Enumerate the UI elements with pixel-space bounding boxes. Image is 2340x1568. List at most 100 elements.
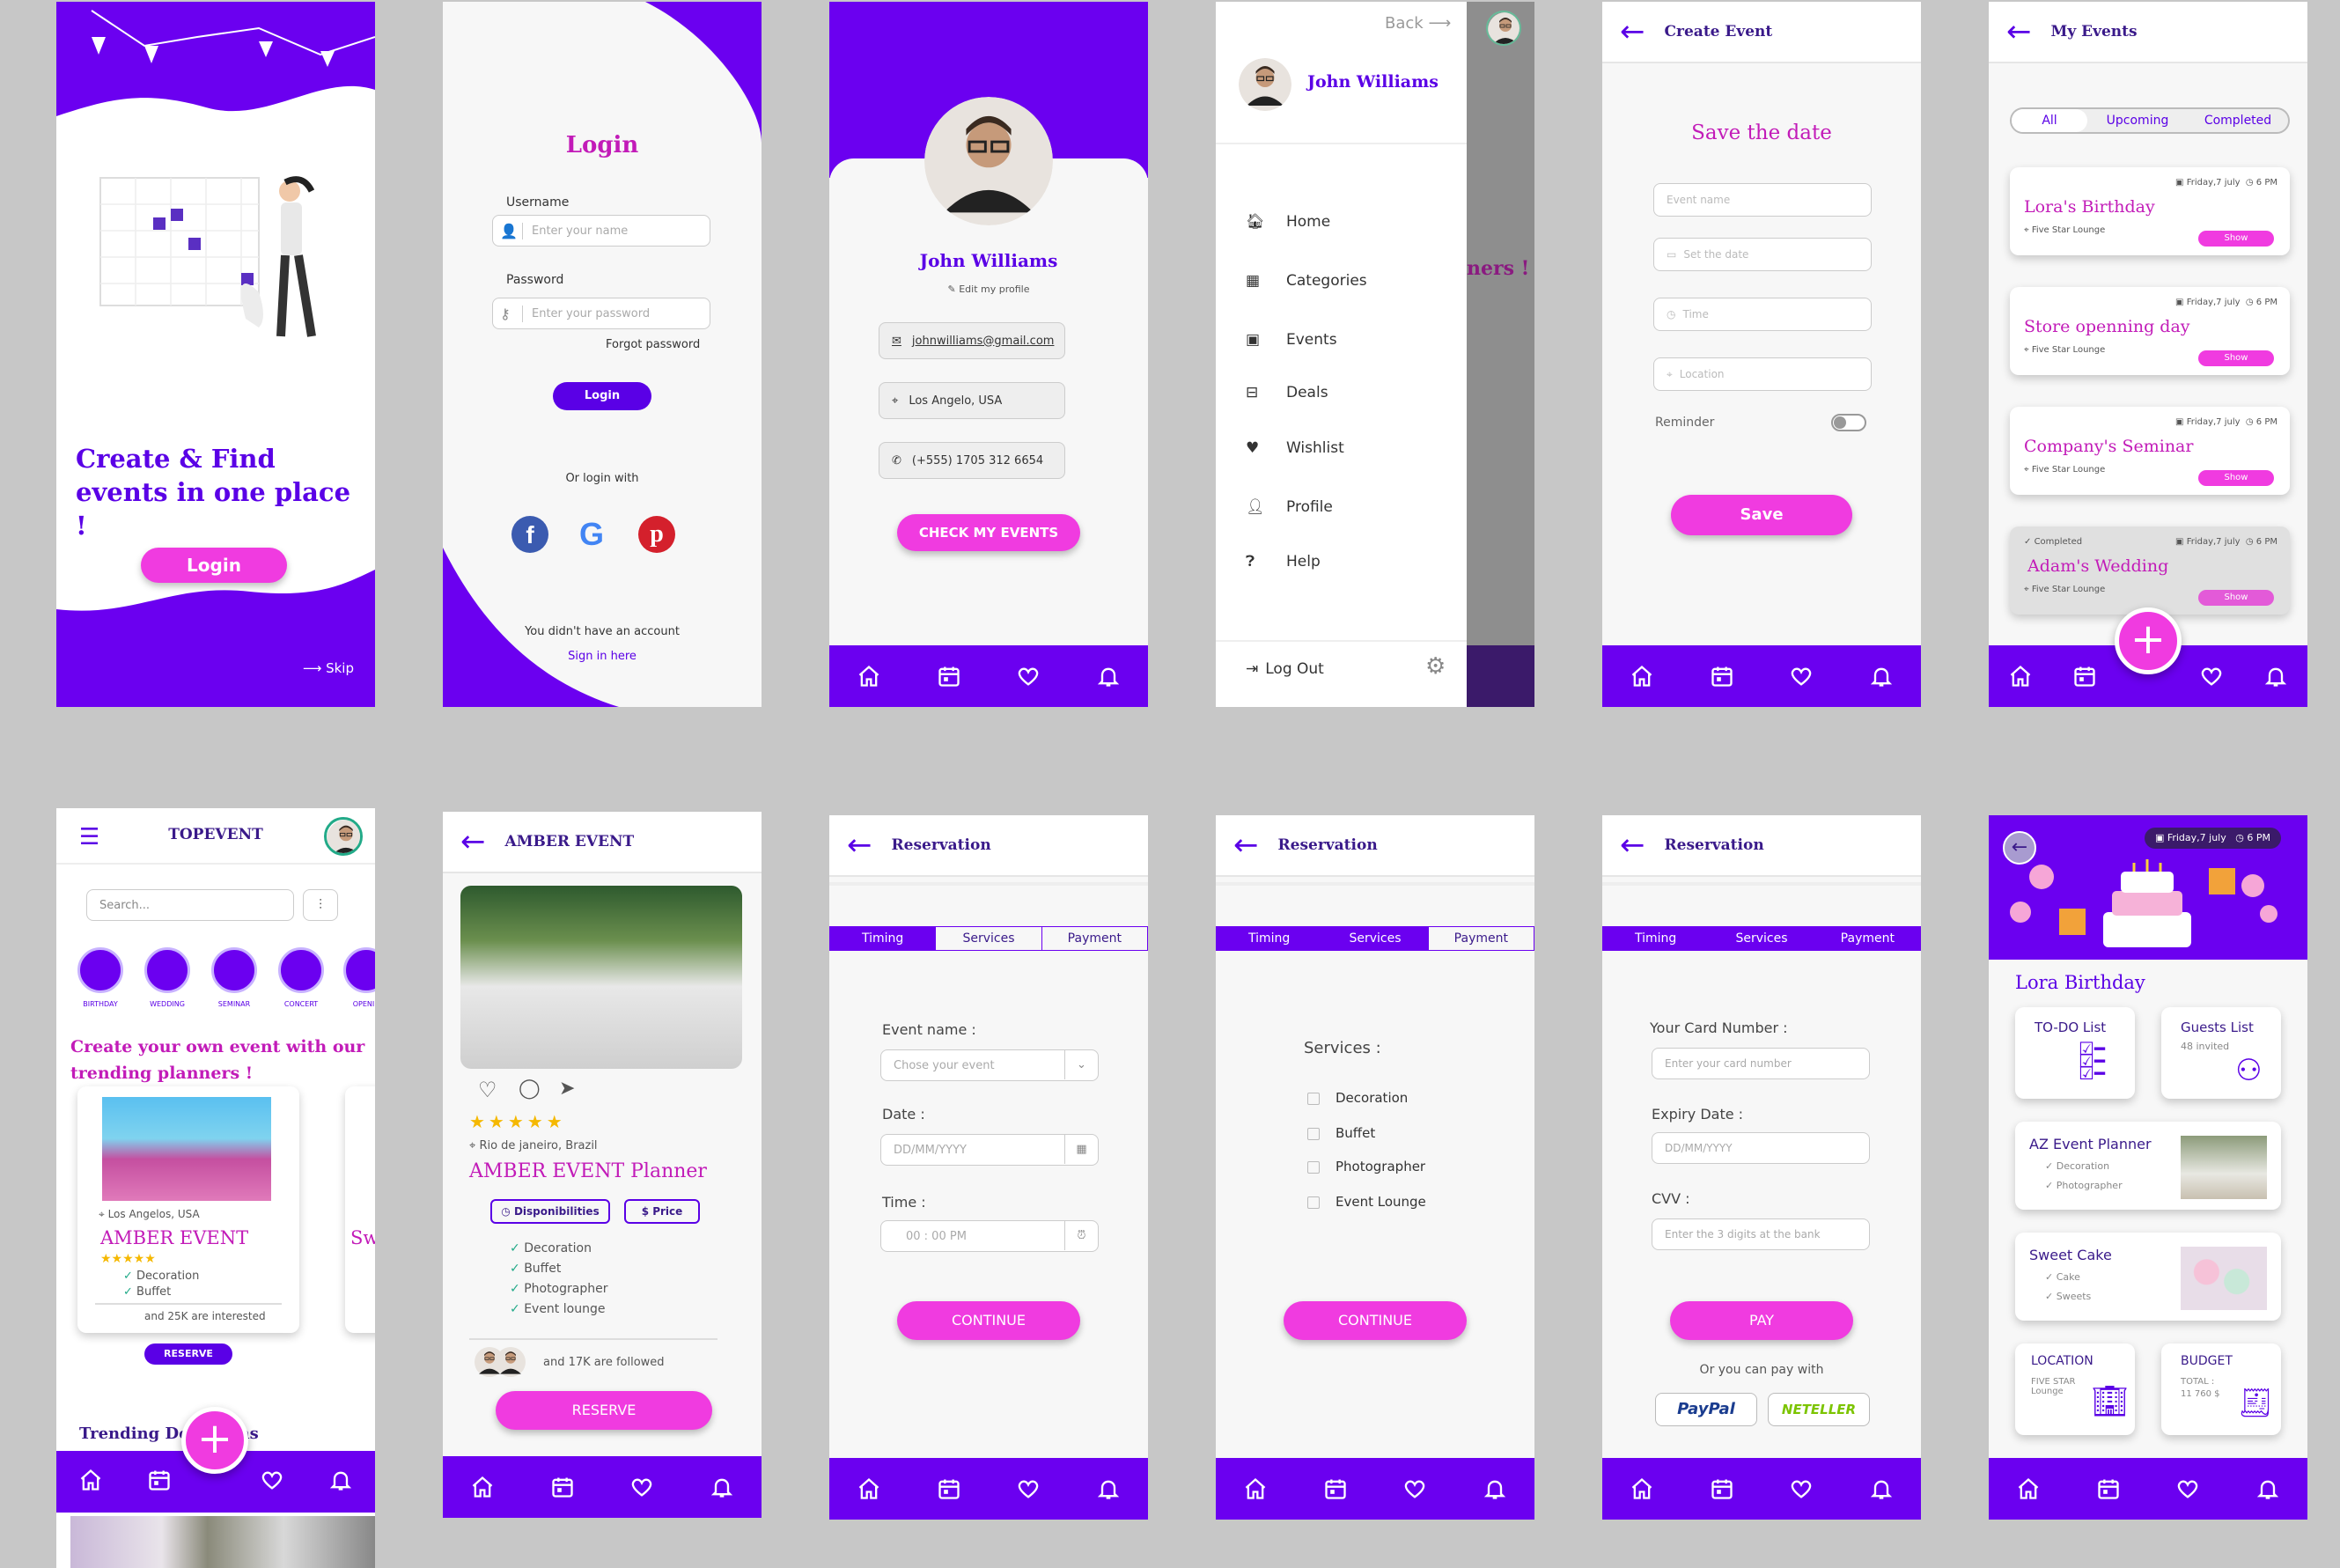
disponibilities-button[interactable]: ◷ Disponibilities [490, 1199, 610, 1224]
tab-all[interactable]: All [2012, 109, 2087, 132]
tab-timing[interactable]: Timing [830, 927, 937, 950]
facebook-icon[interactable]: f [511, 516, 548, 553]
reserve-button[interactable]: RESERVE [496, 1391, 712, 1430]
add-event-button[interactable]: + [2115, 607, 2182, 674]
check-events-button[interactable]: CHECK MY EVENTS [897, 514, 1080, 551]
gear-icon[interactable]: ⚙ [1425, 653, 1446, 680]
back-circle-button[interactable]: ← [2003, 831, 2036, 865]
budget-card[interactable]: BUDGET TOTAL : 11 760 $ 🧾︎ [2161, 1343, 2281, 1435]
logout-button[interactable]: ⇥ Log Out [1246, 660, 1324, 678]
back-arrow-icon[interactable]: ← [847, 830, 872, 860]
date-field[interactable]: ▭ Set the date [1653, 238, 1872, 271]
heart-icon[interactable] [624, 1469, 659, 1505]
heart-icon[interactable] [1784, 659, 1819, 694]
edit-profile-link[interactable]: ✎ Edit my profile [829, 283, 1148, 295]
heart-icon[interactable] [1784, 1471, 1819, 1506]
calendar-icon[interactable] [2091, 1471, 2126, 1506]
home-icon[interactable] [1624, 659, 1659, 694]
calendar-icon[interactable] [931, 1471, 967, 1506]
bell-icon[interactable] [1477, 1471, 1512, 1506]
pinterest-icon[interactable]: p [638, 516, 675, 553]
back-link[interactable]: Back ⟶ [1385, 14, 1451, 33]
calendar-icon[interactable] [931, 659, 967, 694]
search-input[interactable]: Search... [86, 889, 294, 921]
checkbox[interactable] [1307, 1160, 1320, 1174]
checkbox[interactable] [1307, 1092, 1320, 1105]
tab-payment[interactable]: Payment [1429, 927, 1534, 950]
home-icon[interactable] [1238, 1471, 1273, 1506]
neteller-button[interactable]: NETELLER [1768, 1393, 1870, 1426]
tab-timing[interactable]: Timing [1603, 927, 1710, 950]
reminder-toggle[interactable] [1831, 414, 1866, 431]
home-icon[interactable] [465, 1469, 500, 1505]
location-card[interactable]: LOCATION FIVE STAR Lounge 🏢︎ [2015, 1343, 2135, 1435]
tab-payment[interactable]: Payment [1042, 927, 1147, 950]
category-seminar[interactable] [211, 947, 257, 993]
reserve-button[interactable]: RESERVE [144, 1343, 232, 1365]
planner-card-peek[interactable]: Sw [345, 1086, 375, 1333]
google-icon[interactable]: G [573, 516, 610, 553]
time-field[interactable]: 00 : 00 PM ⏰︎ [880, 1220, 1099, 1252]
tab-timing[interactable]: Timing [1217, 927, 1323, 950]
username-field[interactable]: 👤 Enter your name [492, 215, 710, 247]
filter-icon[interactable]: ⫶ [303, 889, 338, 921]
service-checkbox-row[interactable]: Photographer [1307, 1159, 1425, 1174]
category-opening[interactable] [343, 947, 375, 993]
calendar-icon[interactable] [1704, 1471, 1740, 1506]
tab-services[interactable]: Services [1322, 927, 1429, 950]
avatar[interactable] [324, 817, 363, 856]
menu-item-wishlist[interactable]: ♥ Wishlist [1246, 439, 1344, 457]
heart-icon[interactable] [1011, 659, 1046, 694]
todo-card[interactable]: TO-DO List ☑︎━ ☑︎━ ☑︎━ [2015, 1007, 2135, 1099]
tab-services[interactable]: Services [936, 927, 1042, 950]
heart-icon[interactable] [260, 1468, 284, 1496]
bell-icon[interactable] [1091, 659, 1126, 694]
bell-icon[interactable] [1864, 659, 1899, 694]
save-button[interactable]: Save [1671, 495, 1852, 535]
home-icon[interactable] [78, 1468, 103, 1496]
forgot-password-link[interactable]: Forgot password [606, 338, 700, 351]
pay-button[interactable]: PAY [1670, 1301, 1853, 1340]
category-birthday[interactable] [77, 947, 123, 993]
email-field[interactable]: ✉ johnwilliams@gmail.com [879, 322, 1065, 359]
location-field[interactable]: ⌖ Location [1653, 357, 1872, 391]
service-checkbox-row[interactable]: Buffet [1307, 1125, 1375, 1141]
show-button[interactable]: Show [2198, 470, 2274, 486]
bell-icon[interactable] [2250, 1471, 2285, 1506]
heart-icon[interactable] [2194, 659, 2229, 694]
heart-icon[interactable] [1011, 1471, 1046, 1506]
show-button[interactable]: Show [2198, 350, 2274, 366]
bell-icon[interactable] [1864, 1471, 1899, 1506]
tab-upcoming[interactable]: Upcoming [2087, 109, 2188, 132]
back-arrow-icon[interactable]: ← [460, 827, 486, 857]
back-arrow-icon[interactable]: ← [1620, 830, 1645, 860]
service-checkbox-row[interactable]: Decoration [1307, 1090, 1408, 1106]
event-card-completed[interactable]: ✓ Completed ▣ Friday,7 july ◷ 6 PM Adam'… [2010, 526, 2290, 615]
show-button[interactable]: Show [2198, 231, 2274, 247]
service-checkbox-row[interactable]: Event Lounge [1307, 1194, 1426, 1210]
cvv-field[interactable]: Enter the 3 digits at the bank [1652, 1218, 1870, 1250]
menu-item-help[interactable]: ❓︎ Help [1246, 553, 1321, 571]
share-icon[interactable]: ➤ [559, 1078, 575, 1100]
time-field[interactable]: ◷ Time [1653, 298, 1872, 331]
heart-icon[interactable] [2170, 1471, 2205, 1506]
sign-in-link[interactable]: Sign in here [443, 650, 762, 663]
menu-item-deals[interactable]: ⊟ Deals [1246, 384, 1328, 401]
tab-completed[interactable]: Completed [2188, 109, 2288, 132]
bell-icon[interactable] [704, 1469, 740, 1505]
event-card[interactable]: ▣ Friday,7 july ◷ 6 PM Lora's Birthday ⌖… [2010, 167, 2290, 255]
menu-item-home[interactable]: 🏠︎ Home [1246, 213, 1330, 231]
event-card[interactable]: ▣ Friday,7 july ◷ 6 PM Company's Seminar… [2010, 407, 2290, 495]
heart-icon[interactable] [1397, 1471, 1432, 1506]
menu-item-profile[interactable]: 👤︎ Profile [1246, 498, 1333, 516]
calendar-icon[interactable] [147, 1468, 172, 1496]
category-concert[interactable] [278, 947, 324, 993]
comment-icon[interactable]: ◯ [519, 1078, 541, 1100]
event-select[interactable]: Chose your event ⌄ [880, 1049, 1099, 1081]
price-button[interactable]: $ Price [624, 1199, 700, 1224]
continue-button[interactable]: CONTINUE [1284, 1301, 1467, 1340]
calendar-icon[interactable] [1318, 1471, 1353, 1506]
tab-payment[interactable]: Payment [1814, 927, 1920, 950]
back-arrow-icon[interactable]: ← [2006, 17, 2032, 47]
skip-link[interactable]: ⟶ Skip [303, 660, 354, 676]
